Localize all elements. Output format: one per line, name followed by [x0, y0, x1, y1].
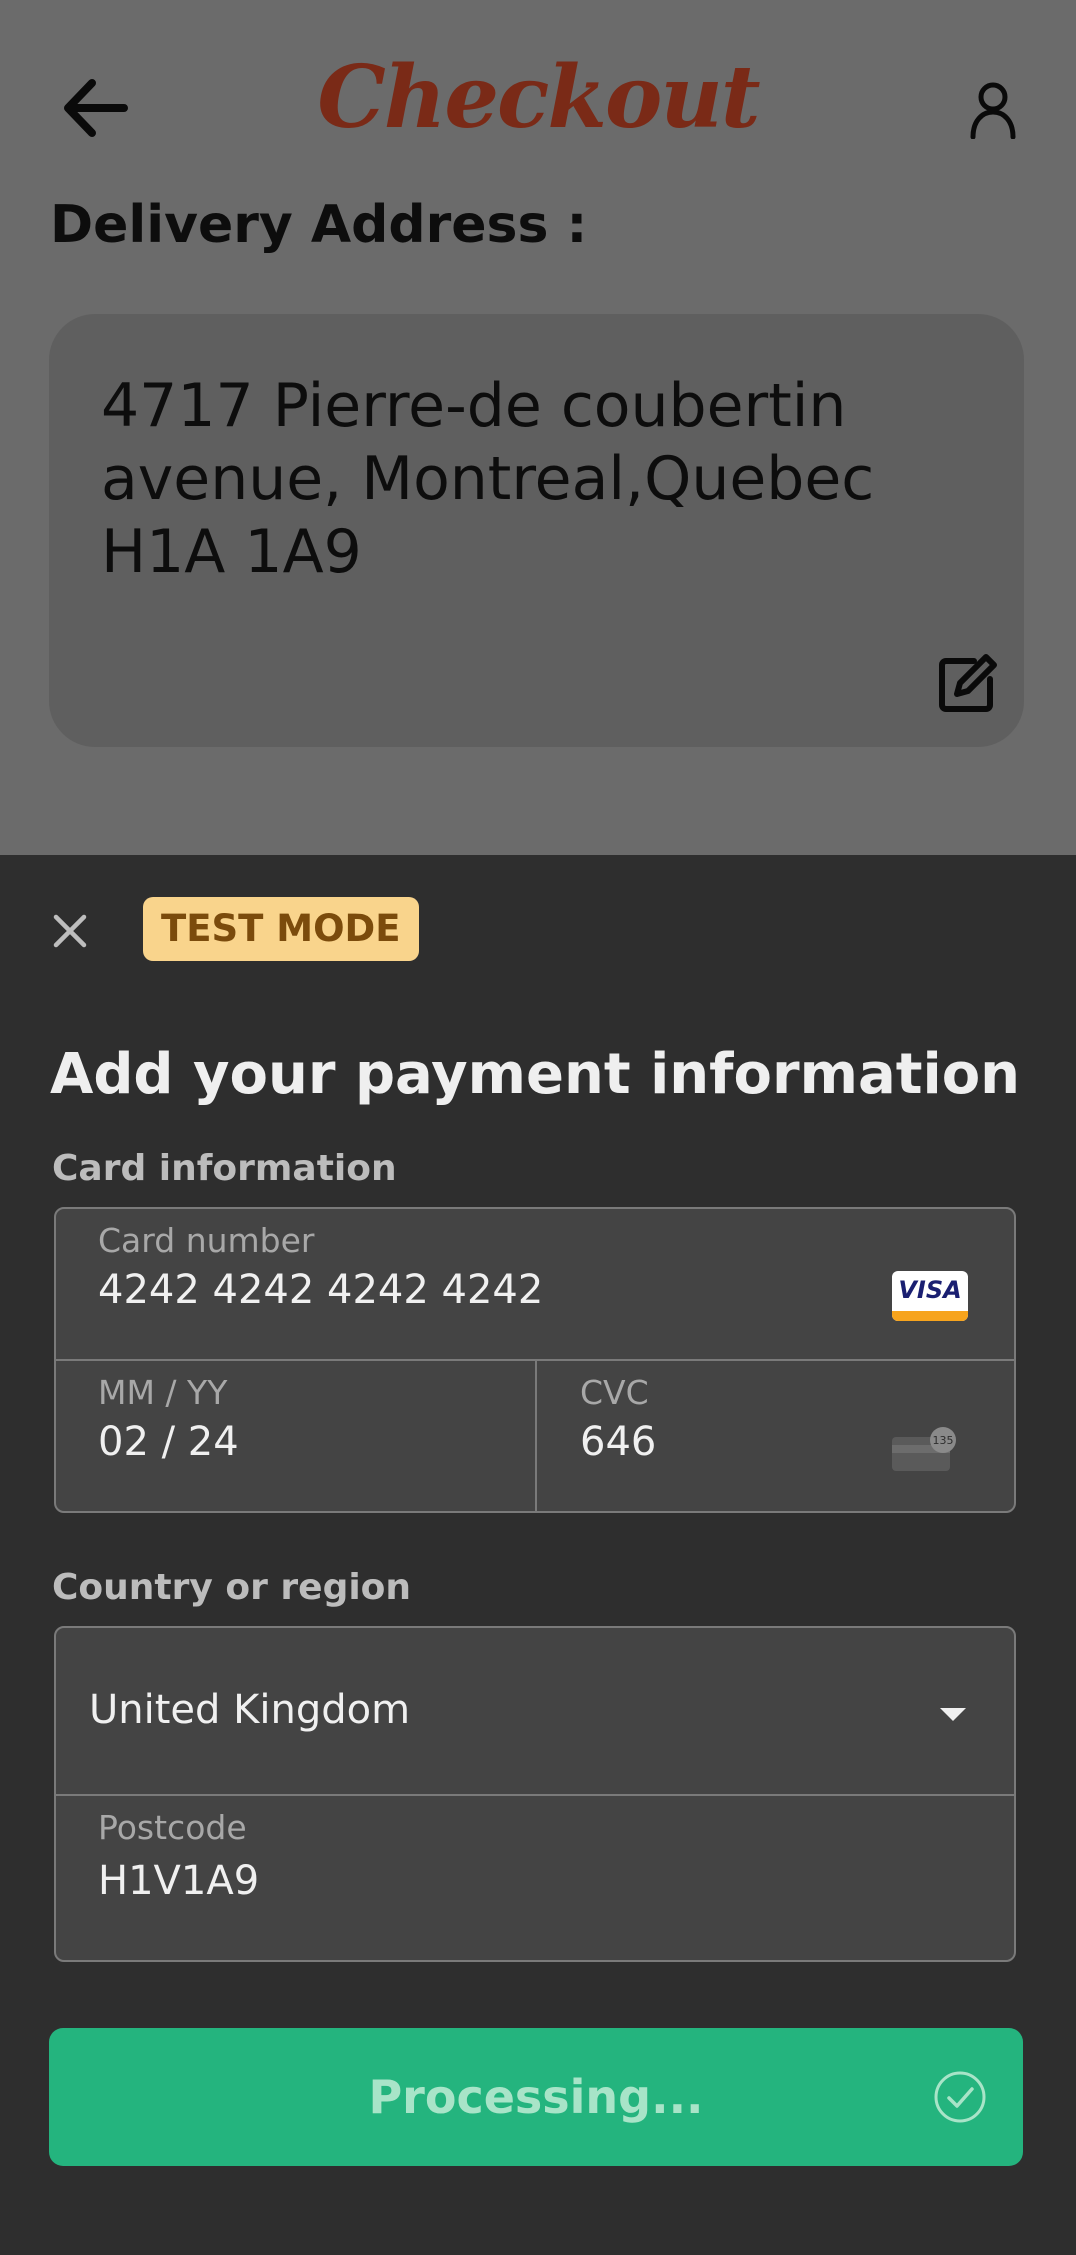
page-title: Checkout	[317, 47, 760, 148]
close-icon	[53, 914, 87, 948]
postcode-value: H1V1A9	[98, 1858, 260, 1904]
pay-button[interactable]: Processing...	[49, 2028, 1023, 2166]
card-information-box: Card number 4242 4242 4242 4242 VISA MM …	[54, 1207, 1016, 1513]
cvc-label: CVC	[580, 1373, 649, 1412]
edit-icon	[939, 654, 997, 712]
checkout-page: Checkout Delivery Address : 4717 Pierre-…	[0, 0, 1076, 855]
profile-button[interactable]	[958, 70, 1028, 150]
visa-card-icon: VISA	[892, 1271, 968, 1321]
expiry-label: MM / YY	[98, 1373, 228, 1412]
address-text: 4717 Pierre-de coubertin avenue, Montrea…	[101, 371, 875, 587]
country-region-label: Country or region	[52, 1567, 412, 1608]
expiry-value: 02 / 24	[98, 1419, 239, 1465]
cvc-card-icon: 135	[892, 1427, 956, 1471]
payment-sheet: TEST MODE Add your payment information C…	[0, 855, 1076, 2255]
card-number-label: Card number	[98, 1221, 315, 1260]
user-icon	[970, 82, 1016, 139]
postcode-field[interactable]: Postcode H1V1A9	[56, 1796, 1014, 1960]
check-circle-icon	[934, 2071, 986, 2123]
close-button[interactable]	[44, 905, 96, 957]
expiry-field[interactable]: MM / YY 02 / 24	[56, 1361, 535, 1511]
test-mode-badge: TEST MODE	[143, 897, 419, 961]
pay-button-label: Processing...	[368, 2070, 704, 2124]
visa-stripe	[892, 1311, 968, 1321]
delivery-address-label: Delivery Address :	[50, 195, 588, 255]
country-value: United Kingdom	[89, 1687, 411, 1733]
country-postcode-box: United Kingdom Postcode H1V1A9	[54, 1626, 1016, 1962]
card-number-value: 4242 4242 4242 4242	[98, 1267, 544, 1313]
country-select[interactable]: United Kingdom	[56, 1628, 1014, 1794]
sheet-title: Add your payment information	[50, 1042, 1021, 1107]
cvc-hint-text: 135	[933, 1434, 954, 1447]
address-card[interactable]: 4717 Pierre-de coubertin avenue, Montrea…	[49, 314, 1024, 747]
chevron-down-icon	[940, 1708, 966, 1721]
cvc-value: 646	[580, 1419, 657, 1465]
edit-address-button[interactable]	[932, 649, 1002, 719]
card-number-field[interactable]: Card number 4242 4242 4242 4242 VISA	[56, 1209, 1014, 1359]
card-brand-text: VISA	[898, 1276, 962, 1304]
card-information-label: Card information	[52, 1148, 397, 1189]
postcode-label: Postcode	[98, 1808, 247, 1847]
